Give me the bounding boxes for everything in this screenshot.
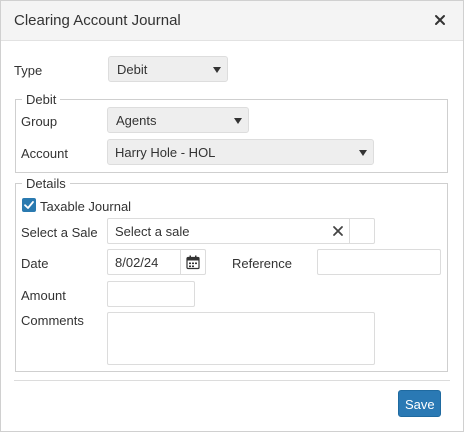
account-select-value: Harry Hole - HOL <box>115 145 216 160</box>
type-select[interactable]: Debit <box>108 56 228 82</box>
account-select[interactable]: Harry Hole - HOL <box>107 139 374 165</box>
sale-select[interactable]: Select a sale <box>107 218 375 244</box>
amount-label: Amount <box>21 288 66 303</box>
calendar-icon[interactable] <box>186 255 200 270</box>
sale-select-placeholder: Select a sale <box>115 224 190 239</box>
dialog-title: Clearing Account Journal <box>14 12 181 29</box>
group-label: Group <box>21 114 58 129</box>
reference-label: Reference <box>232 256 292 271</box>
check-icon <box>24 201 34 209</box>
amount-input[interactable] <box>107 281 195 307</box>
date-input[interactable]: 8/02/24 <box>107 249 206 275</box>
chevron-down-icon <box>213 67 221 73</box>
clear-icon[interactable] <box>332 225 344 237</box>
dialog-header: Clearing Account Journal <box>1 1 463 41</box>
account-label: Account <box>21 146 68 161</box>
sale-select-divider <box>349 219 350 243</box>
date-label: Date <box>21 256 49 271</box>
type-label: Type <box>14 63 43 78</box>
comments-textarea[interactable] <box>107 312 375 365</box>
date-input-divider <box>180 250 181 274</box>
select-sale-label: Select a Sale <box>21 225 98 240</box>
date-input-value: 8/02/24 <box>115 255 159 270</box>
comments-label: Comments <box>21 313 84 328</box>
type-select-value: Debit <box>117 62 148 77</box>
save-button[interactable]: Save <box>398 390 441 417</box>
details-legend: Details <box>26 176 66 191</box>
taxable-journal-checkbox[interactable] <box>22 198 36 212</box>
group-select-value: Agents <box>116 113 157 128</box>
footer-divider <box>14 380 450 381</box>
taxable-journal-label[interactable]: Taxable Journal <box>40 199 131 214</box>
debit-legend: Debit <box>26 92 57 107</box>
clearing-account-journal-dialog: Clearing Account Journal Type Debit Debi… <box>0 0 464 432</box>
close-icon[interactable] <box>432 12 448 28</box>
chevron-down-icon <box>234 118 242 124</box>
chevron-down-icon <box>359 150 367 156</box>
group-select[interactable]: Agents <box>107 107 249 133</box>
reference-input[interactable] <box>317 249 441 275</box>
